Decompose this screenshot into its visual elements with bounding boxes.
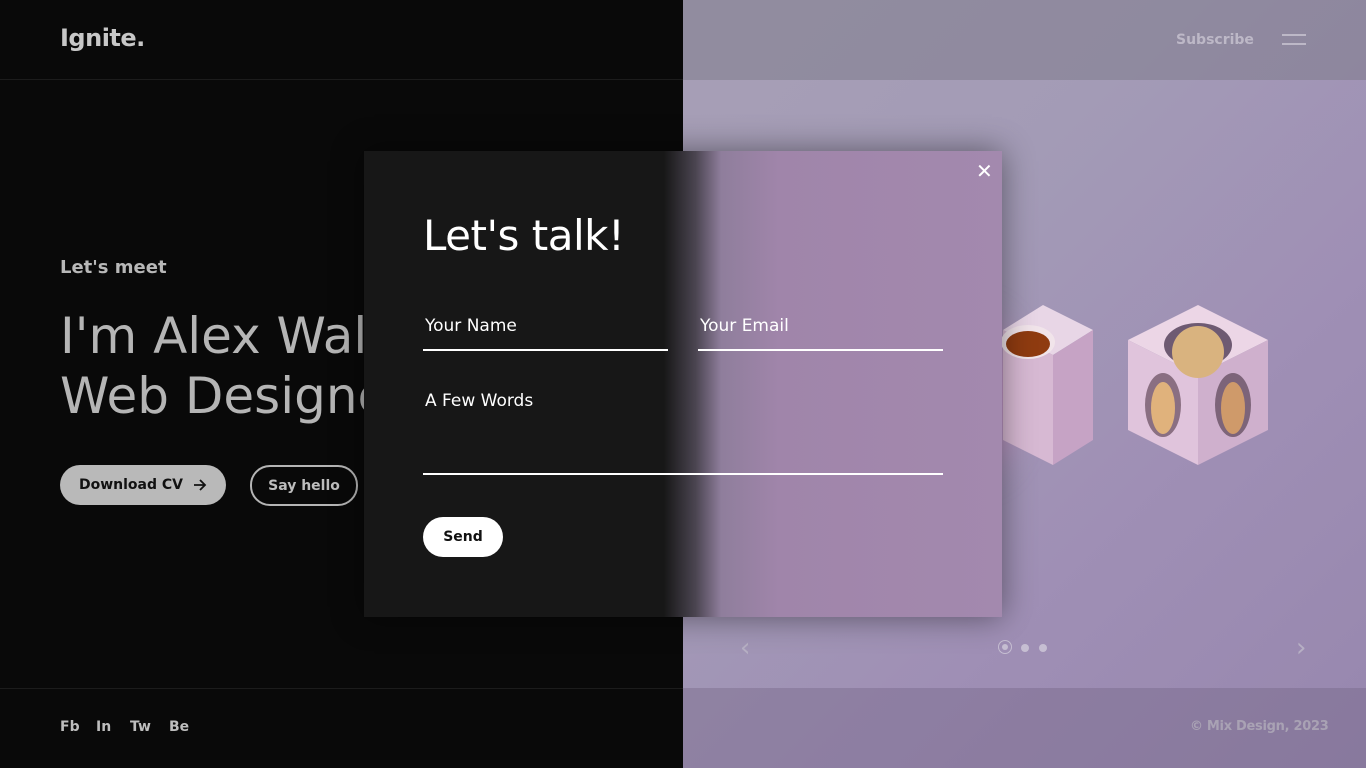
sphere-cube-illustration: [1128, 305, 1268, 465]
social-link-instagram[interactable]: In: [96, 719, 111, 735]
hero-eyebrow: Let's meet: [60, 257, 167, 278]
slider-dot[interactable]: [1039, 644, 1047, 652]
slider-dot-active[interactable]: [998, 640, 1012, 654]
chevron-left-icon[interactable]: ‹: [740, 635, 750, 661]
header-bar-right: [683, 0, 1366, 80]
slider-dot[interactable]: [1021, 644, 1029, 652]
contact-modal: ✕ Let's talk! Your Name Your Email A Few…: [364, 151, 1002, 617]
copyright: © Mix Design, 2023: [1190, 719, 1329, 734]
modal-title: Let's talk!: [423, 211, 625, 260]
header-divider: [0, 79, 683, 80]
message-field[interactable]: A Few Words: [423, 391, 943, 475]
hero-heading-line1: I'm Alex Wall: [60, 307, 382, 365]
say-hello-button[interactable]: Say hello: [250, 465, 358, 506]
close-icon[interactable]: ✕: [976, 159, 993, 183]
hero-heading-line2: Web Designe: [60, 367, 389, 425]
chevron-right-icon[interactable]: ›: [1296, 635, 1306, 661]
email-placeholder: Your Email: [700, 316, 789, 336]
hero-heading: I'm Alex Wall Web Designe: [60, 306, 388, 426]
send-button[interactable]: Send: [423, 517, 503, 557]
email-field[interactable]: Your Email: [698, 316, 943, 351]
social-link-twitter[interactable]: Tw: [130, 719, 151, 735]
download-cv-label: Download CV: [78, 477, 183, 493]
arrow-right-icon: [194, 479, 207, 491]
name-field[interactable]: Your Name: [423, 316, 668, 351]
social-link-behance[interactable]: Be: [169, 719, 189, 735]
name-placeholder: Your Name: [425, 316, 517, 336]
subscribe-link[interactable]: Subscribe: [1176, 32, 1254, 48]
message-placeholder: A Few Words: [425, 391, 534, 411]
footer-divider: [0, 688, 683, 689]
menu-icon[interactable]: [1282, 34, 1306, 46]
social-link-facebook[interactable]: Fb: [60, 719, 80, 735]
logo[interactable]: Ignite.: [60, 24, 145, 52]
download-cv-button[interactable]: Download CV: [60, 465, 226, 505]
